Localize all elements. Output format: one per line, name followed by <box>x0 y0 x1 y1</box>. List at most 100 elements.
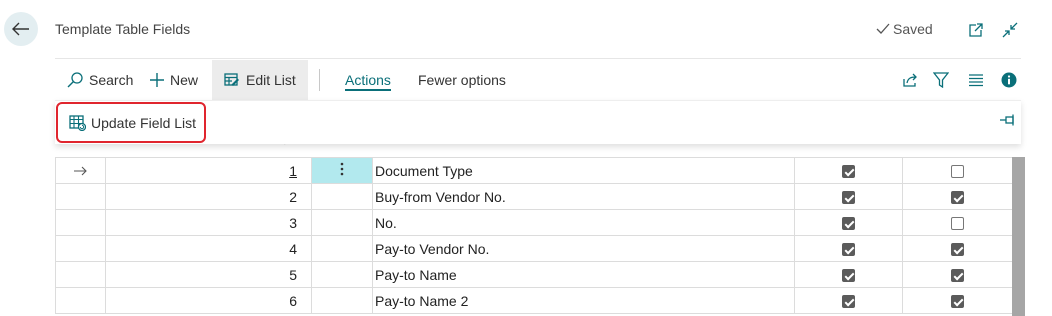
pin-button[interactable] <box>999 113 1017 130</box>
info-button[interactable] <box>1001 60 1017 100</box>
selected-checkbox[interactable] <box>842 269 855 283</box>
cell-number: 5 <box>105 261 312 288</box>
fields-table: 1 Document Type 2 Buy-from Vendor No. 3 No. 4 P… <box>55 157 1013 314</box>
filter-button[interactable] <box>933 60 949 100</box>
row-number: 4 <box>289 240 297 257</box>
cell-name: Pay-to Vendor No. <box>372 235 795 262</box>
row-number[interactable]: 1 <box>289 163 297 179</box>
list-view-button[interactable] <box>968 60 984 100</box>
header-divider <box>55 58 1021 59</box>
row-name: Document Type <box>375 162 473 179</box>
vertical-scrollbar[interactable] <box>1012 157 1025 316</box>
modifications-checkbox[interactable] <box>951 269 964 283</box>
modifications-checkbox[interactable] <box>951 191 964 205</box>
cell-selected[interactable] <box>794 235 903 262</box>
update-field-list-icon <box>69 114 86 131</box>
cell-modifications[interactable] <box>902 235 1013 262</box>
modifications-checkbox[interactable] <box>951 217 964 231</box>
cell-name: Pay-to Name <box>372 261 795 288</box>
cell-number[interactable]: 1 <box>105 157 312 184</box>
more-options-icon[interactable] <box>340 162 344 176</box>
cell-selected[interactable] <box>794 183 903 210</box>
selected-checkbox[interactable] <box>842 165 855 179</box>
new-button[interactable]: New <box>150 60 198 100</box>
list-view-icon <box>969 74 983 87</box>
table-row[interactable]: 6 Pay-to Name 2 <box>55 287 1013 314</box>
pin-icon <box>1000 114 1014 126</box>
search-label: Search <box>89 72 134 88</box>
cell-modifications[interactable] <box>902 287 1013 314</box>
share-icon <box>903 73 917 87</box>
row-number: 3 <box>289 214 297 231</box>
cell-number: 4 <box>105 235 312 262</box>
row-selector[interactable] <box>55 287 106 314</box>
row-menu-cell[interactable] <box>311 157 373 184</box>
table-row[interactable]: 2 Buy-from Vendor No. <box>55 183 1013 210</box>
open-in-new-window-icon <box>969 23 983 37</box>
search-button[interactable]: Search <box>67 60 133 100</box>
row-name: Pay-to Vendor No. <box>375 240 490 257</box>
selected-checkbox[interactable] <box>842 243 855 257</box>
cell-name: Document Type <box>372 157 795 184</box>
cell-selected[interactable] <box>794 287 903 314</box>
cell-name: No. <box>372 209 795 236</box>
tab-actions[interactable]: Actions <box>345 60 391 100</box>
cell-modifications[interactable] <box>902 157 1013 184</box>
row-menu-cell[interactable] <box>311 235 373 262</box>
selected-checkbox[interactable] <box>842 217 855 231</box>
modifications-checkbox[interactable] <box>951 295 964 309</box>
row-selector[interactable] <box>55 157 106 184</box>
collapse-icon <box>1002 22 1018 38</box>
edit-list-label: Edit List <box>246 72 296 88</box>
cell-modifications[interactable] <box>902 261 1013 288</box>
row-selector[interactable] <box>55 209 106 236</box>
modifications-checkbox[interactable] <box>951 243 964 257</box>
table-row[interactable]: 5 Pay-to Name <box>55 261 1013 288</box>
back-button[interactable] <box>4 12 38 46</box>
checkmark-icon <box>876 23 890 34</box>
row-menu-cell[interactable] <box>311 287 373 314</box>
table-row[interactable]: 3 No. <box>55 209 1013 236</box>
cell-selected[interactable] <box>794 157 903 184</box>
row-menu-cell[interactable] <box>311 261 373 288</box>
row-name: No. <box>375 214 397 231</box>
fewer-options-label: Fewer options <box>418 72 506 88</box>
row-selector[interactable] <box>55 183 106 210</box>
plus-icon <box>150 73 164 87</box>
selected-checkbox[interactable] <box>842 295 855 309</box>
table-row[interactable]: 1 Document Type <box>55 157 1013 184</box>
cell-selected[interactable] <box>794 261 903 288</box>
row-name: Buy-from Vendor No. <box>375 188 506 205</box>
search-icon <box>67 72 83 88</box>
cell-number: 2 <box>105 183 312 210</box>
info-icon <box>1001 72 1017 88</box>
row-selector[interactable] <box>55 235 106 262</box>
row-arrow-icon <box>73 166 87 175</box>
cell-modifications[interactable] <box>902 209 1013 236</box>
cell-name: Buy-from Vendor No. <box>372 183 795 210</box>
toolbar-separator <box>319 69 320 91</box>
table-row[interactable]: 4 Pay-to Vendor No. <box>55 235 1013 262</box>
row-menu-cell[interactable] <box>311 183 373 210</box>
saved-status: Saved <box>876 21 933 37</box>
cell-modifications[interactable] <box>902 183 1013 210</box>
row-name: Pay-to Name 2 <box>375 292 469 309</box>
filter-icon <box>933 72 949 88</box>
row-menu-cell[interactable] <box>311 209 373 236</box>
collapse-button[interactable] <box>1000 20 1020 40</box>
update-field-list-button[interactable]: Update Field List <box>56 102 206 143</box>
fewer-options-button[interactable]: Fewer options <box>418 60 506 100</box>
cell-selected[interactable] <box>794 209 903 236</box>
modifications-checkbox[interactable] <box>951 165 964 179</box>
saved-label: Saved <box>893 21 933 37</box>
update-field-list-label: Update Field List <box>91 114 197 131</box>
open-new-window-button[interactable] <box>966 20 986 40</box>
cell-number: 6 <box>105 287 312 314</box>
edit-list-icon <box>224 73 239 86</box>
actions-panel: Update Field List <box>55 100 1021 144</box>
edit-list-button[interactable]: Edit List <box>212 60 308 100</box>
row-selector[interactable] <box>55 261 106 288</box>
share-button[interactable] <box>901 60 919 100</box>
row-number: 2 <box>289 188 297 205</box>
selected-checkbox[interactable] <box>842 191 855 205</box>
